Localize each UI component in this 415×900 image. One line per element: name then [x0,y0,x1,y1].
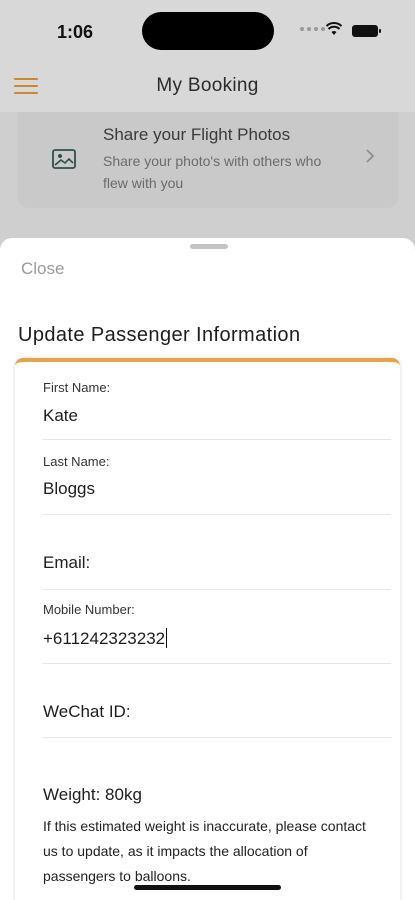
last-name-input[interactable]: Bloggs [43,479,95,499]
mobile-number-field[interactable]: Mobile Number: +611242323232 [43,590,391,664]
wechat-id-input[interactable]: WeChat ID: [43,702,131,722]
weight-label: Weight: 80kg [43,785,142,804]
first-name-field[interactable]: First Name: Kate [43,362,391,440]
home-indicator [134,885,281,890]
sheet-title: Update Passenger Information [18,324,301,346]
chevron-right-icon [366,149,375,163]
cellular-signal-icon [300,27,325,31]
sheet-grabber[interactable] [190,244,228,249]
photo-icon [52,149,76,169]
mobile-number-value: +611242323232 [43,629,166,648]
wifi-icon [326,22,342,35]
battery-icon [352,25,381,37]
weight-note: If this estimated weight is inaccurate, … [43,818,366,884]
passenger-form: First Name: Kate Last Name: Bloggs Email… [15,358,400,900]
status-time: 1:06 [57,22,94,42]
text-cursor [166,628,168,648]
first-name-input[interactable]: Kate [43,406,78,426]
mobile-number-label: Mobile Number: [43,602,135,617]
share-photos-subtitle: Share your photo's with others who flew … [103,153,322,191]
email-input[interactable]: Email: [43,553,90,573]
update-passenger-sheet: Close Update Passenger Information First… [0,238,415,900]
close-button[interactable]: Close [21,259,64,279]
mobile-number-input[interactable]: +611242323232 [43,628,168,649]
last-name-field[interactable]: Last Name: Bloggs [43,440,391,515]
dynamic-island [142,12,274,50]
share-photos-title: Share your Flight Photos [103,125,291,144]
app-header: My Booking [0,60,415,112]
last-name-label: Last Name: [43,454,110,469]
page-title: My Booking [156,75,259,96]
first-name-label: First Name: [43,380,111,395]
status-bar: 1:06 [0,0,415,60]
email-field[interactable]: Email: [43,515,391,590]
wechat-id-field[interactable]: WeChat ID: [43,664,391,738]
share-photos-card[interactable]: Share your Flight Photos Share your phot… [18,112,398,208]
